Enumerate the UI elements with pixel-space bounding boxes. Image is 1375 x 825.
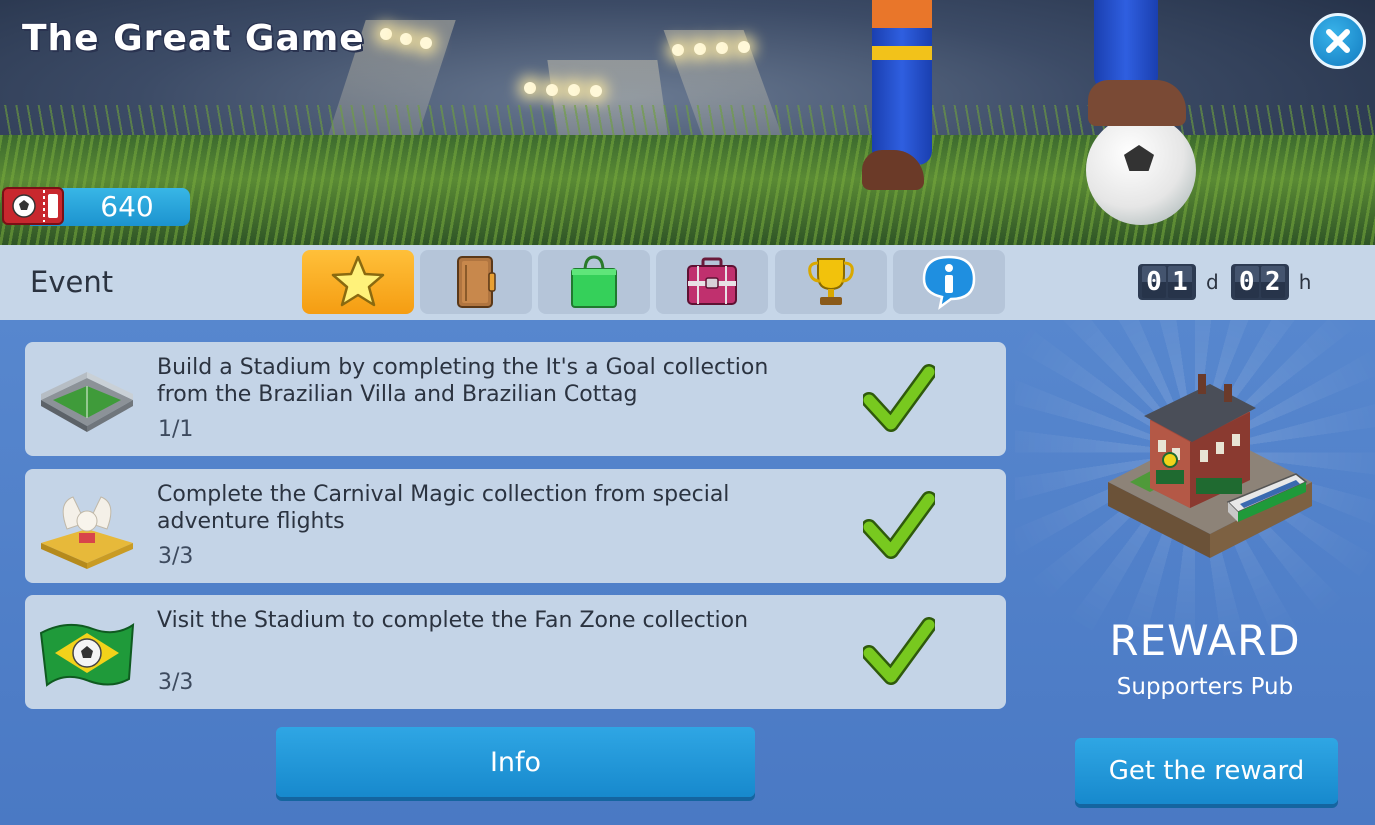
info-bubble-icon: [922, 255, 976, 310]
stadium-lamp: [694, 43, 706, 55]
info-button[interactable]: Info: [276, 727, 755, 797]
tab-info[interactable]: [893, 250, 1005, 314]
stadium-icon: [41, 372, 133, 432]
task-card: Complete the Carnival Magic collection f…: [25, 469, 1006, 583]
shopping-bag-icon: [571, 255, 617, 308]
timer-digit: 0: [1142, 266, 1166, 298]
carnival-float-icon: [41, 496, 133, 569]
stadium-lamp: [420, 37, 432, 49]
ticket-counter: 640: [0, 184, 192, 228]
tab-tasks[interactable]: [302, 250, 414, 314]
task-card: Visit the Stadium to complete the Fan Zo…: [25, 595, 1006, 709]
brazil-flag-icon: [39, 623, 135, 687]
task-progress: 3/3: [158, 544, 194, 569]
get-reward-button[interactable]: Get the reward: [1075, 738, 1338, 804]
stadium-lamp: [672, 44, 684, 56]
soccer-ball: [1086, 115, 1196, 225]
tab-leaderboard[interactable]: [775, 250, 887, 314]
hours-unit: h: [1298, 270, 1312, 294]
task-description: Build a Stadium by completing the It's a…: [157, 355, 769, 407]
player-leg: [1094, 0, 1158, 92]
event-timer: 0 1 d 0 2 h: [1138, 262, 1323, 302]
task-description: Complete the Carnival Magic collection f…: [157, 482, 730, 534]
ticket-count: 640: [100, 190, 154, 223]
task-description: Visit the Stadium to complete the Fan Zo…: [157, 608, 749, 633]
stadium-lamp: [546, 84, 558, 96]
stadium-lamp: [400, 33, 412, 45]
timer-digit: 0: [1234, 266, 1259, 298]
stadium-lamp: [590, 85, 602, 97]
task-progress: 1/1: [158, 417, 194, 442]
days-unit: d: [1206, 270, 1219, 294]
trophy-icon: [808, 258, 854, 305]
reward-name: Supporters Pub: [1116, 674, 1294, 700]
tab-shop[interactable]: [538, 250, 650, 314]
checkmark-icon: [863, 617, 935, 685]
task-progress: 3/3: [158, 670, 194, 695]
star-icon: [331, 255, 385, 307]
reward-title: REWARD: [1109, 616, 1301, 665]
stadium-lamp: [568, 84, 580, 96]
checkmark-icon: [863, 364, 935, 432]
ticket-icon: [2, 187, 64, 225]
player-boot: [1088, 80, 1186, 126]
stadium-lamp: [716, 42, 728, 54]
tab-case[interactable]: [656, 250, 768, 314]
days-counter: 0 1: [1138, 264, 1196, 300]
notebook-icon: [457, 256, 496, 308]
task-card: Build a Stadium by completing the It's a…: [25, 342, 1006, 456]
close-icon: [1326, 29, 1350, 53]
event-title: The Great Game: [22, 18, 365, 59]
close-button[interactable]: [1310, 13, 1366, 69]
hours-counter: 0 2: [1230, 264, 1289, 300]
player-leg: [872, 0, 932, 165]
tab-collections[interactable]: [420, 250, 532, 314]
stadium-lamp: [738, 41, 750, 53]
timer-digit: 1: [1168, 266, 1192, 298]
stadium-lamp: [524, 82, 536, 94]
stadium-lamp: [380, 28, 392, 40]
supporters-pub-icon: [1108, 374, 1312, 558]
event-banner: The Great Game 640: [0, 0, 1375, 245]
timer-digit: 2: [1260, 266, 1285, 298]
checkmark-icon: [863, 491, 935, 559]
tab-bar-label: Event: [30, 265, 114, 299]
suitcase-icon: [687, 257, 737, 305]
